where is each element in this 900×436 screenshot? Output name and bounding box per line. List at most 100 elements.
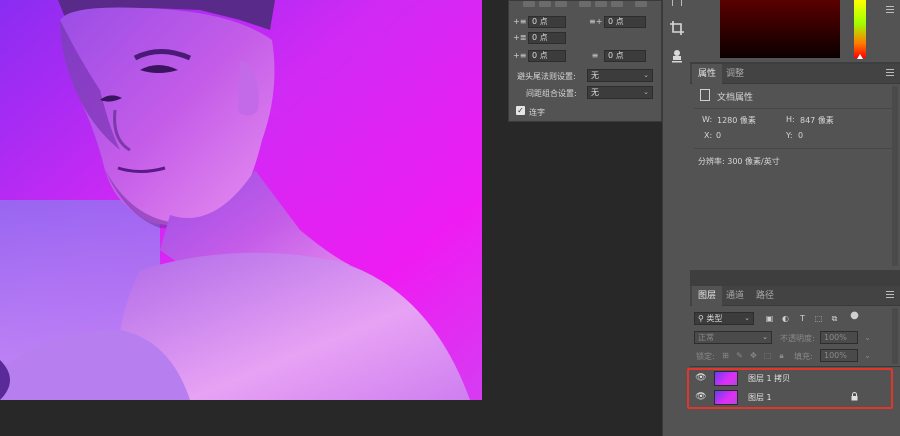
layers-tabbar: 图层 通道 路径 bbox=[690, 286, 900, 306]
properties-scrollbar[interactable] bbox=[892, 86, 898, 266]
hue-slider[interactable] bbox=[854, 0, 866, 58]
filter-toggle-icon[interactable]: ● bbox=[849, 310, 860, 321]
space-before-icon: +≡ bbox=[513, 50, 527, 60]
width-value: 1280 像素 bbox=[717, 116, 756, 125]
x-value: 0 bbox=[716, 131, 722, 140]
lock-all-icon[interactable]: 🔒︎ bbox=[776, 350, 787, 361]
lock-position-icon[interactable]: ✥ bbox=[748, 350, 759, 361]
stamp-icon[interactable] bbox=[669, 48, 685, 64]
layers-scrollbar[interactable] bbox=[892, 308, 898, 364]
justify-center-button[interactable] bbox=[595, 1, 607, 7]
mojikumi-select[interactable]: 无 ⌄ bbox=[587, 86, 653, 99]
lock-label: 锁定: bbox=[696, 352, 715, 361]
align-right-button[interactable] bbox=[555, 1, 567, 7]
filter-kind-value: 类型 bbox=[706, 314, 723, 323]
properties-tabbar: 属性 调整 bbox=[690, 64, 900, 84]
align-left-button[interactable] bbox=[523, 1, 535, 7]
lock-transparent-icon[interactable]: ⊞ bbox=[720, 350, 731, 361]
eye-icon[interactable]: 👁︎ bbox=[694, 392, 708, 402]
document-icon bbox=[700, 89, 710, 101]
fill-label: 填充: bbox=[794, 352, 813, 361]
y-value: 0 bbox=[798, 131, 804, 140]
indent-first-line-input[interactable]: 0 点 bbox=[528, 31, 566, 44]
opacity-input[interactable]: 100% bbox=[820, 331, 858, 344]
indent-right-icon: ≡+ bbox=[589, 16, 603, 26]
panel-menu-icon[interactable] bbox=[886, 69, 894, 78]
layer-name: 图层 1 bbox=[748, 392, 772, 402]
panel-menu-icon[interactable] bbox=[886, 6, 894, 15]
filter-type-icon[interactable]: T bbox=[797, 313, 808, 324]
panel-tool-strip bbox=[662, 0, 690, 436]
divider bbox=[694, 108, 892, 109]
filter-smart-object-icon[interactable]: ⧉ bbox=[829, 313, 840, 324]
layers-panel: 图层 通道 路径 ⚲ 类型 ⌄ ▣ ◐ T ⬚ ⧉ ● 正常 ⌄ 不透明度: 1… bbox=[690, 286, 900, 436]
tab-adjustments[interactable]: 调整 bbox=[720, 64, 750, 84]
chevron-down-icon: ⌄ bbox=[762, 333, 768, 341]
opacity-label: 不透明度: bbox=[780, 334, 815, 343]
space-after-icon: ≡ bbox=[591, 50, 599, 60]
doc-properties-title: 文档属性 bbox=[717, 93, 754, 103]
layer-thumbnail bbox=[714, 370, 738, 386]
filter-pixel-icon[interactable]: ▣ bbox=[764, 313, 775, 324]
indent-left-input[interactable]: 0 点 bbox=[528, 15, 566, 28]
tab-layers[interactable]: 图层 bbox=[692, 286, 723, 306]
tab-paths[interactable]: 路径 bbox=[750, 286, 780, 306]
layer-filter-select[interactable]: ⚲ 类型 ⌄ bbox=[694, 312, 754, 325]
indent-left-icon: +≡ bbox=[513, 16, 527, 26]
chevron-down-icon: ⌄ bbox=[643, 71, 649, 79]
chevron-down-icon[interactable]: ⌄ bbox=[862, 332, 873, 343]
layer-thumbnail bbox=[714, 389, 738, 405]
space-before-input[interactable]: 0 点 bbox=[528, 49, 566, 62]
properties-panel: 属性 调整 文档属性 W: 1280 像素 H: 847 像素 X: 0 Y: … bbox=[690, 64, 900, 270]
fill-value: 100% bbox=[824, 351, 847, 360]
justify-all-button[interactable] bbox=[635, 1, 647, 7]
mojikumi-value: 无 bbox=[591, 88, 599, 97]
height-label: H: bbox=[786, 115, 795, 124]
fill-input[interactable]: 100% bbox=[820, 349, 858, 362]
kinsoku-select[interactable]: 无 ⌄ bbox=[587, 69, 653, 82]
filter-adjustment-icon[interactable]: ◐ bbox=[780, 313, 791, 324]
resolution-text: 分辨率: 300 像素/英寸 bbox=[698, 157, 780, 166]
opacity-value: 100% bbox=[824, 333, 847, 342]
filter-shape-icon[interactable]: ⬚ bbox=[813, 313, 824, 324]
blend-mode-select[interactable]: 正常 ⌄ bbox=[694, 331, 772, 344]
paragraph-panel: +≡ 0 点 ≡+ 0 点 +≣ 0 点 +≡ 0 点 ≡ 0 点 避头尾法则设… bbox=[508, 0, 662, 122]
panel-menu-icon[interactable] bbox=[886, 291, 894, 300]
kinsoku-value: 无 bbox=[591, 71, 599, 80]
document-image[interactable] bbox=[0, 0, 482, 400]
x-label: X: bbox=[704, 131, 713, 140]
space-after-input[interactable]: 0 点 bbox=[604, 49, 646, 62]
portrait-image bbox=[0, 0, 482, 400]
height-value: 847 像素 bbox=[800, 116, 834, 125]
chevron-down-icon: ⌄ bbox=[643, 88, 649, 96]
lock-icon bbox=[851, 392, 858, 401]
hue-slider-handle[interactable] bbox=[857, 54, 863, 59]
lock-artboard-icon[interactable]: ⬚ bbox=[762, 350, 773, 361]
indent-right-input[interactable]: 0 点 bbox=[604, 15, 646, 28]
indent-first-line-icon: +≣ bbox=[513, 32, 527, 42]
tab-properties[interactable]: 属性 bbox=[692, 64, 723, 84]
kinsoku-label: 避头尾法则设置: bbox=[517, 72, 576, 81]
justify-left-button[interactable] bbox=[579, 1, 591, 7]
justify-right-button[interactable] bbox=[611, 1, 623, 7]
layer-row[interactable]: 👁︎ 图层 1 bbox=[694, 388, 878, 406]
tab-channels[interactable]: 通道 bbox=[720, 286, 750, 306]
hyphenate-label: 连字 bbox=[529, 108, 545, 117]
y-label: Y: bbox=[786, 131, 793, 140]
collapse-handle[interactable] bbox=[672, 0, 682, 6]
chevron-down-icon[interactable]: ⌄ bbox=[862, 350, 873, 361]
right-dock: 属性 调整 文档属性 W: 1280 像素 H: 847 像素 X: 0 Y: … bbox=[690, 0, 900, 436]
align-center-button[interactable] bbox=[539, 1, 551, 7]
layer-name: 图层 1 拷贝 bbox=[748, 373, 791, 383]
divider bbox=[694, 148, 892, 149]
hyphenate-checkbox[interactable]: ✓ bbox=[516, 106, 525, 115]
divider bbox=[690, 366, 900, 367]
crop-icon[interactable] bbox=[669, 20, 685, 36]
color-picker bbox=[690, 0, 900, 62]
lock-pixels-icon[interactable]: ✎ bbox=[734, 350, 745, 361]
eye-icon[interactable]: 👁︎ bbox=[694, 373, 708, 383]
width-label: W: bbox=[702, 115, 713, 124]
layer-row[interactable]: 👁︎ 图层 1 拷贝 bbox=[694, 369, 878, 387]
color-field[interactable] bbox=[720, 0, 840, 58]
blend-mode-value: 正常 bbox=[698, 333, 714, 342]
